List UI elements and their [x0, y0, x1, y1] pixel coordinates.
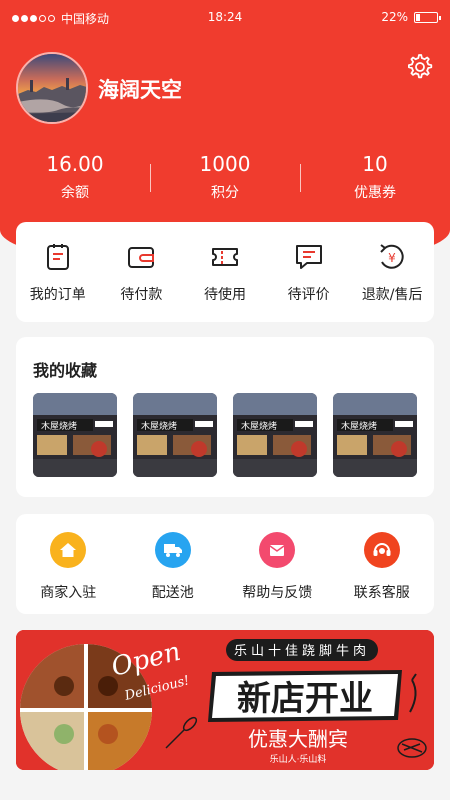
order-item-to-review[interactable]: 待评价 [267, 222, 351, 322]
stat-coupons[interactable]: 10 优惠券 [300, 152, 450, 202]
service-item-customer-service[interactable]: 联系客服 [330, 514, 435, 614]
shop-sign: 木屋烧烤 [341, 420, 377, 432]
services-card: 商家入驻 配送池 帮助与反馈 联系客服 [16, 514, 434, 614]
favorite-item[interactable]: 木屋烧烤 [133, 393, 217, 477]
service-label: 联系客服 [353, 585, 410, 601]
stat-label: 余额 [61, 185, 89, 201]
stat-points[interactable]: 1000 积分 [150, 152, 300, 202]
favorite-item[interactable]: 木屋烧烤 [233, 393, 317, 477]
service-item-help-feedback[interactable]: 帮助与反馈 [225, 514, 330, 614]
refund-icon: ¥ [380, 244, 404, 269]
truck-icon [154, 532, 191, 568]
favorite-item[interactable]: 木屋烧烤 [333, 393, 417, 477]
favorites-title: 我的收藏 [33, 361, 98, 380]
order-item-my-orders[interactable]: 我的订单 [16, 222, 100, 322]
svg-text:¥: ¥ [388, 251, 396, 265]
banner-subline: 优惠大酬宾 [248, 727, 348, 751]
favorites-list: 木屋烧烤 木屋烧烤 木屋烧烤 木屋烧烤 [33, 393, 417, 477]
house-icon [50, 532, 87, 568]
gear-icon[interactable] [404, 52, 434, 82]
order-label: 待付款 [120, 287, 163, 303]
order-label: 我的订单 [29, 287, 86, 303]
shop-sign: 木屋烧烤 [241, 420, 277, 432]
order-item-refund[interactable]: ¥ 退款/售后 [350, 222, 434, 322]
headset-icon [363, 532, 400, 568]
promo-banner[interactable]: Open Delicious! 乐山十佳跷脚牛肉 新店开业 优惠大酬宾 乐山人·… [16, 630, 434, 770]
favorite-item[interactable]: 木屋烧烤 [33, 393, 117, 477]
banner-footer: 乐山人·乐山料 [270, 753, 327, 765]
service-label: 商家入驻 [40, 585, 97, 601]
wallet-icon [128, 247, 155, 268]
banner-headline: 新店开业 [237, 679, 373, 719]
shop-sign: 木屋烧烤 [141, 420, 177, 432]
battery-icon [414, 11, 441, 23]
banner-tagline: 乐山十佳跷脚牛肉 [234, 643, 370, 659]
username[interactable]: 海阔天空 [98, 74, 182, 104]
stat-balance[interactable]: 16.00 余额 [0, 152, 150, 202]
order-label: 退款/售后 [361, 287, 423, 303]
service-label: 帮助与反馈 [242, 585, 313, 601]
shop-sign: 木屋烧烤 [41, 420, 77, 432]
battery-fill [416, 13, 421, 21]
stat-label: 优惠券 [354, 185, 396, 201]
order-list-icon [46, 244, 69, 270]
stat-value: 10 [362, 152, 388, 176]
order-item-pending-payment[interactable]: 待付款 [100, 222, 184, 322]
stat-label: 积分 [211, 185, 239, 201]
ticket-icon [211, 248, 238, 266]
stat-value: 16.00 [46, 152, 104, 176]
service-item-delivery-pool[interactable]: 配送池 [121, 514, 226, 614]
mail-icon [259, 532, 296, 568]
comment-icon [295, 245, 322, 269]
service-label: 配送池 [151, 585, 194, 601]
status-bar: 中国移动 18:24 22% [0, 0, 450, 34]
order-item-to-use[interactable]: 待使用 [183, 222, 267, 322]
order-label: 待评价 [287, 287, 330, 303]
service-item-merchant-join[interactable]: 商家入驻 [16, 514, 121, 614]
avatar[interactable] [16, 52, 88, 124]
order-label: 待使用 [203, 287, 246, 303]
battery-percent: 22% [381, 10, 408, 24]
account-stats: 16.00 余额 1000 积分 10 优惠券 [0, 152, 450, 202]
orders-card: 我的订单 待付款 待使用 待评价 ¥ 退款/售后 [16, 222, 434, 322]
favorites-card: 我的收藏 木屋烧烤 木屋烧烤 木屋烧烤 木屋烧烤 [16, 337, 434, 497]
stat-value: 1000 [199, 152, 251, 176]
